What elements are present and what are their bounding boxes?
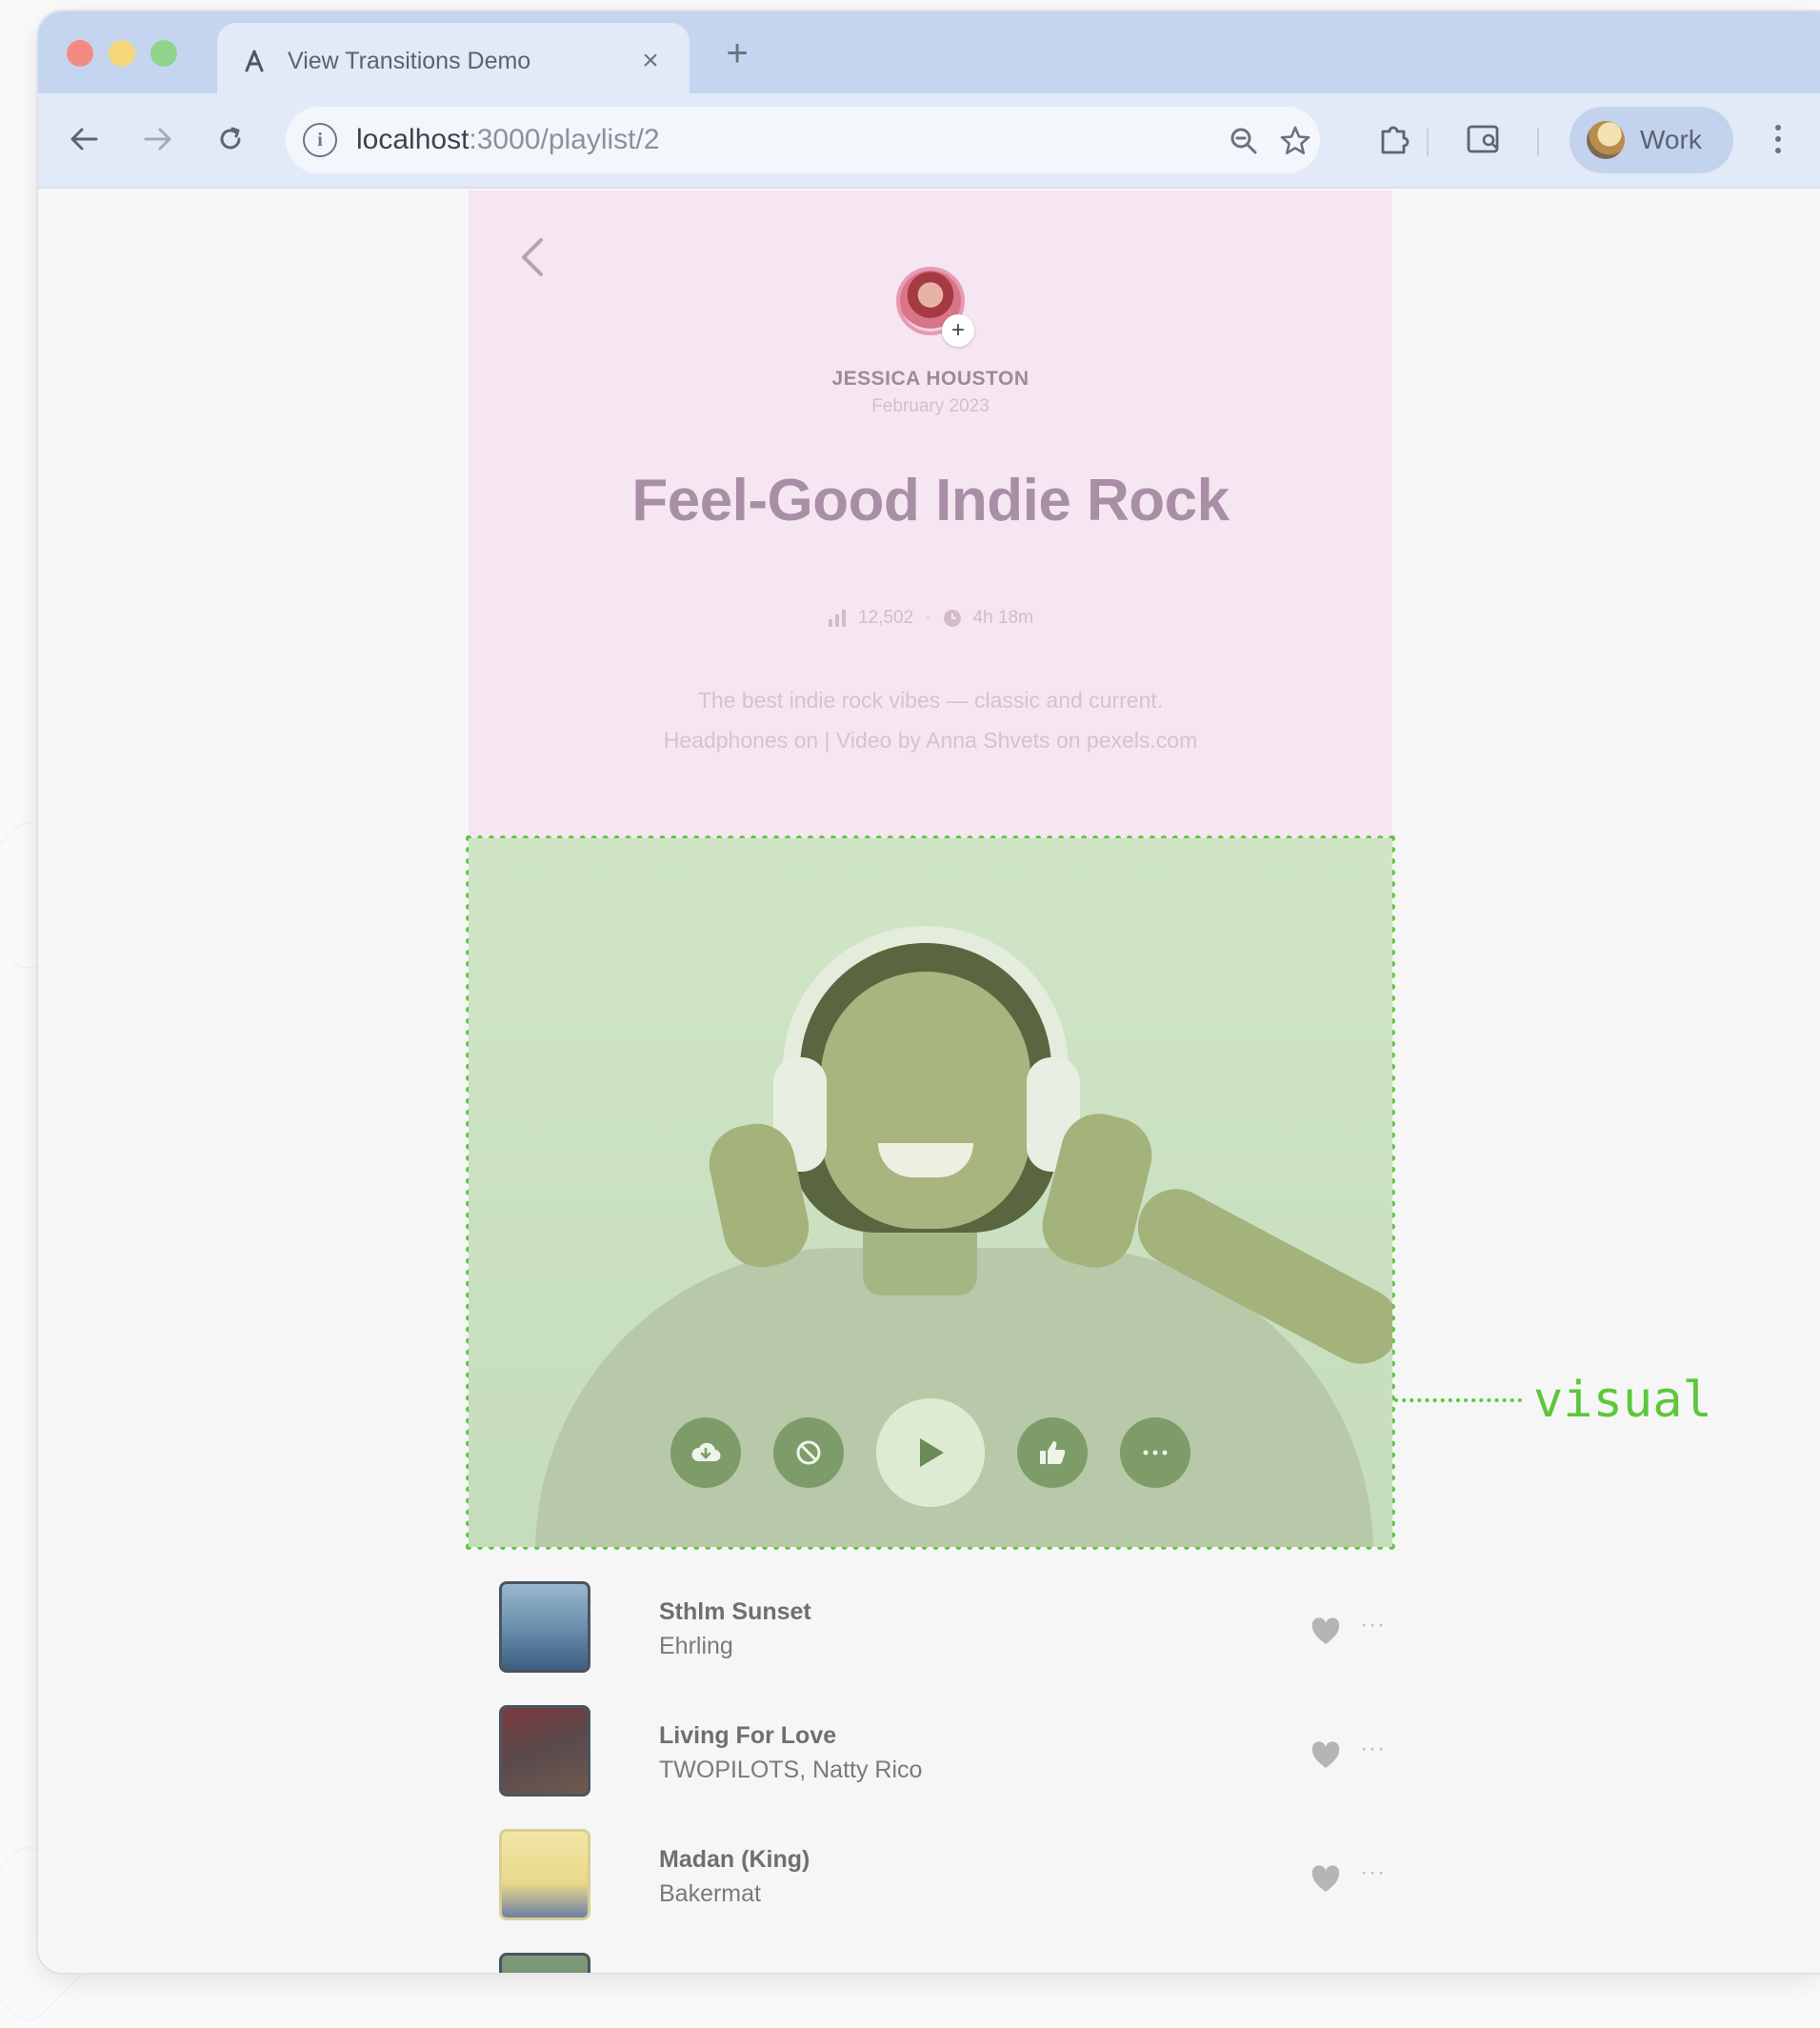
playlist-description: The best indie rock vibes — classic and …	[663, 688, 1198, 753]
browser-menu-icon[interactable]	[1764, 118, 1792, 160]
close-tab-icon[interactable]: ×	[636, 45, 665, 77]
bookmark-star-icon[interactable]	[1276, 122, 1314, 160]
plays-count: 12,502	[858, 608, 914, 628]
track-cover-image	[499, 1705, 590, 1797]
minimize-window-button[interactable]	[109, 40, 135, 67]
toolbar-separator	[1427, 128, 1429, 156]
zoom-icon[interactable]	[1225, 122, 1263, 160]
bar-chart-icon	[828, 610, 847, 627]
play-icon	[920, 1438, 944, 1467]
thumbs-up-icon	[1040, 1441, 1066, 1464]
track-more-icon[interactable]: ···	[1360, 1612, 1386, 1638]
browser-window: View Transitions Demo × + i localhost:30…	[38, 11, 1820, 1973]
extensions-puzzle-icon[interactable]	[1373, 118, 1415, 160]
playback-controls	[469, 1398, 1392, 1507]
track-row-partial[interactable]	[469, 1945, 1392, 1973]
track-cover-image	[499, 1829, 590, 1920]
track-cover-image	[499, 1581, 590, 1673]
tab-title: View Transitions Demo	[288, 47, 531, 74]
track-artist: Ehrling	[659, 1633, 733, 1659]
annotation-label: visual	[1533, 1372, 1712, 1429]
browser-toolbar: i localhost:3000/playlist/2 Work	[38, 93, 1820, 189]
block-button[interactable]	[773, 1417, 844, 1488]
track-row[interactable]: Living For Love TWOPILOTS, Natty Rico ··…	[469, 1697, 1392, 1821]
url-text: localhost:3000/playlist/2	[356, 124, 660, 155]
side-panel-search-icon[interactable]	[1463, 118, 1505, 160]
clock-icon	[943, 609, 962, 628]
track-artist: Bakermat	[659, 1880, 761, 1907]
playlist-page: + JESSICA HOUSTON February 2023 Feel-Goo…	[466, 191, 1395, 1973]
window-controls	[67, 40, 177, 67]
heart-icon[interactable]	[1310, 1617, 1341, 1646]
follow-plus-icon[interactable]: +	[942, 314, 974, 347]
author-name: JESSICA HOUSTON	[831, 368, 1030, 390]
track-row[interactable]: Madan (King) Bakermat ···	[469, 1821, 1392, 1945]
profile-button[interactable]: Work	[1570, 107, 1733, 173]
tab-strip: View Transitions Demo × +	[38, 11, 1820, 99]
new-tab-button[interactable]: +	[716, 32, 758, 75]
track-more-icon[interactable]: ···	[1360, 1859, 1386, 1886]
playlist-stats: 12,502 · 4h 18m	[469, 608, 1392, 629]
back-chevron-icon[interactable]	[518, 236, 547, 278]
play-button[interactable]	[876, 1398, 985, 1507]
reload-icon[interactable]	[210, 118, 251, 160]
maximize-window-button[interactable]	[150, 40, 177, 67]
track-title: Living For Love	[659, 1722, 837, 1749]
playlist-date: February 2023	[871, 396, 990, 416]
annotation-leader-line	[1394, 1398, 1522, 1402]
track-title: Sthlm Sunset	[659, 1598, 811, 1625]
active-tab[interactable]: View Transitions Demo ×	[217, 23, 690, 99]
address-bar[interactable]: i localhost:3000/playlist/2	[286, 107, 1320, 173]
track-title: Madan (King)	[659, 1846, 810, 1873]
back-arrow-icon[interactable]	[63, 118, 105, 160]
forward-arrow-icon[interactable]	[137, 118, 179, 160]
track-row[interactable]: Sthlm Sunset Ehrling ···	[469, 1574, 1392, 1697]
profile-label: Work	[1640, 125, 1702, 154]
download-icon	[691, 1442, 721, 1462]
site-info-icon[interactable]: i	[303, 123, 337, 157]
duration: 4h 18m	[972, 608, 1033, 628]
track-more-icon[interactable]: ···	[1360, 1736, 1386, 1762]
more-icon	[1143, 1450, 1168, 1456]
like-button[interactable]	[1017, 1417, 1088, 1488]
heart-icon[interactable]	[1310, 1741, 1341, 1770]
author-avatar-wrap[interactable]: +	[896, 267, 974, 347]
stats-separator: ·	[925, 608, 931, 628]
toolbar-separator	[1537, 128, 1539, 156]
more-options-button[interactable]	[1120, 1417, 1190, 1488]
playlist-header: + JESSICA HOUSTON February 2023 Feel-Goo…	[469, 191, 1392, 838]
track-list: Sthlm Sunset Ehrling ··· Living For Love…	[469, 1574, 1392, 1973]
profile-avatar	[1587, 121, 1625, 159]
download-button[interactable]	[670, 1417, 741, 1488]
track-cover-image	[499, 1953, 590, 1973]
track-artist: TWOPILOTS, Natty Rico	[659, 1757, 923, 1783]
heart-icon[interactable]	[1310, 1865, 1341, 1894]
close-window-button[interactable]	[67, 40, 93, 67]
video-visual[interactable]	[466, 835, 1395, 1550]
block-icon	[796, 1440, 821, 1465]
page-viewport: + JESSICA HOUSTON February 2023 Feel-Goo…	[38, 191, 1820, 1973]
playlist-title: Feel-Good Indie Rock	[631, 468, 1230, 533]
angular-favicon-icon	[242, 49, 267, 73]
